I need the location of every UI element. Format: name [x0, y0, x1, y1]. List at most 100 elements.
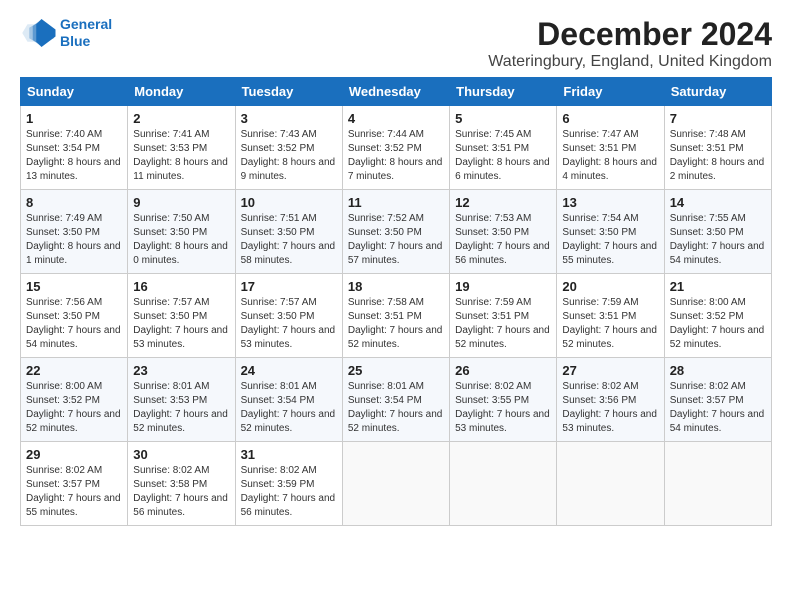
day-number: 7 [670, 111, 766, 126]
calendar-table: Sunday Monday Tuesday Wednesday Thursday… [20, 77, 772, 526]
day-info: Sunrise: 7:47 AMSunset: 3:51 PMDaylight:… [562, 129, 657, 182]
calendar-cell: 20 Sunrise: 7:59 AMSunset: 3:51 PMDayligh… [557, 274, 664, 358]
day-info: Sunrise: 8:02 AMSunset: 3:59 PMDaylight:… [241, 465, 336, 518]
calendar-cell: 14 Sunrise: 7:55 AMSunset: 3:50 PMDayligh… [664, 190, 771, 274]
calendar-cell: 9Sunrise: 7:50 AMSunset: 3:50 PMDaylight… [128, 190, 235, 274]
day-info: Sunrise: 7:41 AMSunset: 3:53 PMDaylight:… [133, 129, 228, 182]
day-number: 11 [348, 195, 444, 210]
day-number: 8 [26, 195, 122, 210]
day-number: 2 [133, 111, 229, 126]
day-number: 16 [133, 279, 229, 294]
day-number: 10 [241, 195, 337, 210]
day-number: 24 [241, 363, 337, 378]
calendar-cell: 3 Sunrise: 7:43 AMSunset: 3:52 PMDaylight… [235, 106, 342, 190]
logo-text: General Blue [60, 16, 112, 50]
day-info: Sunrise: 8:02 AMSunset: 3:57 PMDaylight:… [26, 465, 121, 518]
col-wednesday: Wednesday [342, 78, 449, 106]
day-number: 25 [348, 363, 444, 378]
day-number: 17 [241, 279, 337, 294]
day-info: Sunrise: 7:59 AMSunset: 3:51 PMDaylight:… [455, 297, 550, 350]
day-number: 22 [26, 363, 122, 378]
day-number: 29 [26, 447, 122, 462]
calendar-week-1: 1 Sunrise: 7:40 AMSunset: 3:54 PMDaylight… [21, 106, 772, 190]
day-info: Sunrise: 7:57 AMSunset: 3:50 PMDaylight:… [241, 297, 336, 350]
day-info: Sunrise: 8:02 AMSunset: 3:57 PMDaylight:… [670, 381, 765, 434]
calendar-cell: 7 Sunrise: 7:48 AMSunset: 3:51 PMDaylight… [664, 106, 771, 190]
calendar-cell: 10 Sunrise: 7:51 AMSunset: 3:50 PMDayligh… [235, 190, 342, 274]
col-tuesday: Tuesday [235, 78, 342, 106]
day-info: Sunrise: 7:56 AMSunset: 3:50 PMDaylight:… [26, 297, 121, 350]
day-number: 13 [562, 195, 658, 210]
day-number: 3 [241, 111, 337, 126]
calendar-cell [664, 442, 771, 526]
calendar-week-4: 22Sunrise: 8:00 AMSunset: 3:52 PMDayligh… [21, 358, 772, 442]
day-number: 30 [133, 447, 229, 462]
day-number: 27 [562, 363, 658, 378]
calendar-cell: 8Sunrise: 7:49 AMSunset: 3:50 PMDaylight… [21, 190, 128, 274]
day-info: Sunrise: 8:00 AMSunset: 3:52 PMDaylight:… [670, 297, 765, 350]
subtitle: Wateringbury, England, United Kingdom [488, 53, 772, 71]
day-info: Sunrise: 7:58 AMSunset: 3:51 PMDaylight:… [348, 297, 443, 350]
day-info: Sunrise: 8:01 AMSunset: 3:54 PMDaylight:… [348, 381, 443, 434]
col-saturday: Saturday [664, 78, 771, 106]
calendar-cell: 29 Sunrise: 8:02 AMSunset: 3:57 PMDayligh… [21, 442, 128, 526]
day-number: 19 [455, 279, 551, 294]
day-number: 31 [241, 447, 337, 462]
calendar-cell: 4 Sunrise: 7:44 AMSunset: 3:52 PMDaylight… [342, 106, 449, 190]
calendar-cell: 23 Sunrise: 8:01 AMSunset: 3:53 PMDayligh… [128, 358, 235, 442]
calendar-cell: 15 Sunrise: 7:56 AMSunset: 3:50 PMDayligh… [21, 274, 128, 358]
day-number: 20 [562, 279, 658, 294]
calendar-cell: 26 Sunrise: 8:02 AMSunset: 3:55 PMDayligh… [450, 358, 557, 442]
day-info: Sunrise: 7:40 AMSunset: 3:54 PMDaylight:… [26, 129, 121, 182]
header-row: Sunday Monday Tuesday Wednesday Thursday… [21, 78, 772, 106]
col-thursday: Thursday [450, 78, 557, 106]
calendar-cell [342, 442, 449, 526]
header: General Blue December 2024 Wateringbury,… [20, 16, 772, 71]
day-number: 26 [455, 363, 551, 378]
calendar-cell: 19 Sunrise: 7:59 AMSunset: 3:51 PMDayligh… [450, 274, 557, 358]
title-area: December 2024 Wateringbury, England, Uni… [488, 16, 772, 71]
day-info: Sunrise: 7:43 AMSunset: 3:52 PMDaylight:… [241, 129, 336, 182]
calendar-week-3: 15 Sunrise: 7:56 AMSunset: 3:50 PMDayligh… [21, 274, 772, 358]
calendar-cell: 1 Sunrise: 7:40 AMSunset: 3:54 PMDaylight… [21, 106, 128, 190]
day-number: 28 [670, 363, 766, 378]
calendar-cell [557, 442, 664, 526]
day-info: Sunrise: 7:53 AMSunset: 3:50 PMDaylight:… [455, 213, 550, 266]
day-number: 4 [348, 111, 444, 126]
day-info: Sunrise: 7:51 AMSunset: 3:50 PMDaylight:… [241, 213, 336, 266]
calendar-cell: 2 Sunrise: 7:41 AMSunset: 3:53 PMDaylight… [128, 106, 235, 190]
calendar-cell: 21Sunrise: 8:00 AMSunset: 3:52 PMDayligh… [664, 274, 771, 358]
day-info: Sunrise: 8:02 AMSunset: 3:55 PMDaylight:… [455, 381, 550, 434]
day-info: Sunrise: 7:52 AMSunset: 3:50 PMDaylight:… [348, 213, 443, 266]
col-sunday: Sunday [21, 78, 128, 106]
main-title: December 2024 [488, 16, 772, 53]
calendar-cell [450, 442, 557, 526]
calendar-cell: 27Sunrise: 8:02 AMSunset: 3:56 PMDayligh… [557, 358, 664, 442]
logo-icon [20, 19, 56, 47]
calendar-cell: 16 Sunrise: 7:57 AMSunset: 3:50 PMDayligh… [128, 274, 235, 358]
day-info: Sunrise: 7:57 AMSunset: 3:50 PMDaylight:… [133, 297, 228, 350]
day-info: Sunrise: 7:55 AMSunset: 3:50 PMDaylight:… [670, 213, 765, 266]
calendar-cell: 13 Sunrise: 7:54 AMSunset: 3:50 PMDayligh… [557, 190, 664, 274]
day-number: 15 [26, 279, 122, 294]
day-info: Sunrise: 7:54 AMSunset: 3:50 PMDaylight:… [562, 213, 657, 266]
calendar-cell: 18Sunrise: 7:58 AMSunset: 3:51 PMDayligh… [342, 274, 449, 358]
calendar-cell: 5Sunrise: 7:45 AMSunset: 3:51 PMDaylight… [450, 106, 557, 190]
day-info: Sunrise: 7:48 AMSunset: 3:51 PMDaylight:… [670, 129, 765, 182]
calendar-cell: 31 Sunrise: 8:02 AMSunset: 3:59 PMDayligh… [235, 442, 342, 526]
day-number: 5 [455, 111, 551, 126]
calendar-cell: 24Sunrise: 8:01 AMSunset: 3:54 PMDayligh… [235, 358, 342, 442]
calendar-cell: 28 Sunrise: 8:02 AMSunset: 3:57 PMDayligh… [664, 358, 771, 442]
day-number: 1 [26, 111, 122, 126]
day-number: 23 [133, 363, 229, 378]
logo: General Blue [20, 16, 112, 50]
day-number: 9 [133, 195, 229, 210]
calendar-cell: 30Sunrise: 8:02 AMSunset: 3:58 PMDayligh… [128, 442, 235, 526]
day-info: Sunrise: 7:59 AMSunset: 3:51 PMDaylight:… [562, 297, 657, 350]
col-monday: Monday [128, 78, 235, 106]
day-info: Sunrise: 8:01 AMSunset: 3:53 PMDaylight:… [133, 381, 228, 434]
calendar-week-2: 8Sunrise: 7:49 AMSunset: 3:50 PMDaylight… [21, 190, 772, 274]
calendar-week-5: 29 Sunrise: 8:02 AMSunset: 3:57 PMDayligh… [21, 442, 772, 526]
day-info: Sunrise: 7:44 AMSunset: 3:52 PMDaylight:… [348, 129, 443, 182]
day-number: 14 [670, 195, 766, 210]
